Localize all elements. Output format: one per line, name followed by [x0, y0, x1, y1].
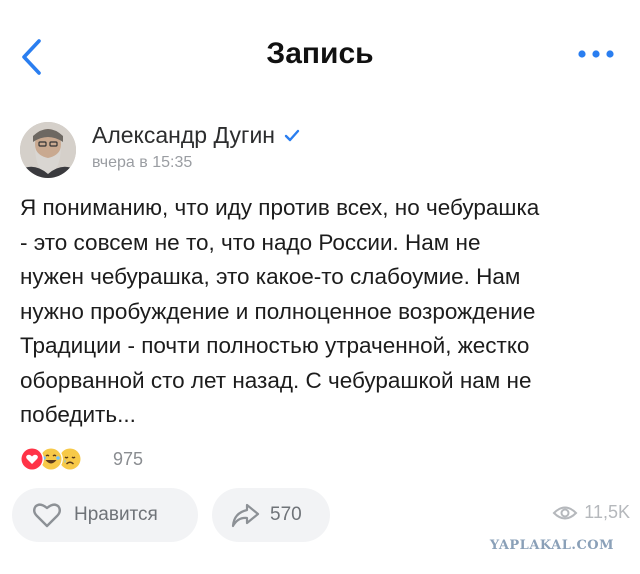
more-options-icon[interactable]	[574, 42, 618, 66]
page-title: Запись	[266, 37, 374, 70]
like-button[interactable]: Нравится	[12, 488, 198, 542]
author-name[interactable]: Александр Дугин	[92, 122, 275, 149]
share-button[interactable]: 570	[212, 488, 330, 542]
site-watermark: YAPLAKAL.COM	[489, 538, 614, 553]
verified-check-icon	[284, 129, 300, 141]
eye-icon	[552, 506, 578, 519]
avatar[interactable]	[20, 122, 76, 178]
author-name-row: Александр Дугин	[92, 122, 301, 149]
heart-outline-icon	[33, 503, 61, 528]
reactions-count: 975	[113, 449, 144, 469]
post-text: Я пониманию, что иду против всех, но чеб…	[20, 195, 540, 427]
post-author: Александр Дугин вчера в 15:35	[20, 118, 620, 182]
views-counter: 11,5K	[552, 502, 630, 523]
share-count: 570	[270, 504, 302, 525]
reactions-summary[interactable]: 975	[20, 443, 220, 477]
views-count: 11,5K	[584, 502, 630, 522]
post-timestamp: вчера в 15:35	[92, 154, 193, 171]
like-label: Нравится	[74, 504, 158, 525]
share-arrow-icon	[231, 503, 260, 528]
heart-reaction-icon	[20, 447, 44, 471]
top-bar: Запись	[0, 0, 640, 110]
